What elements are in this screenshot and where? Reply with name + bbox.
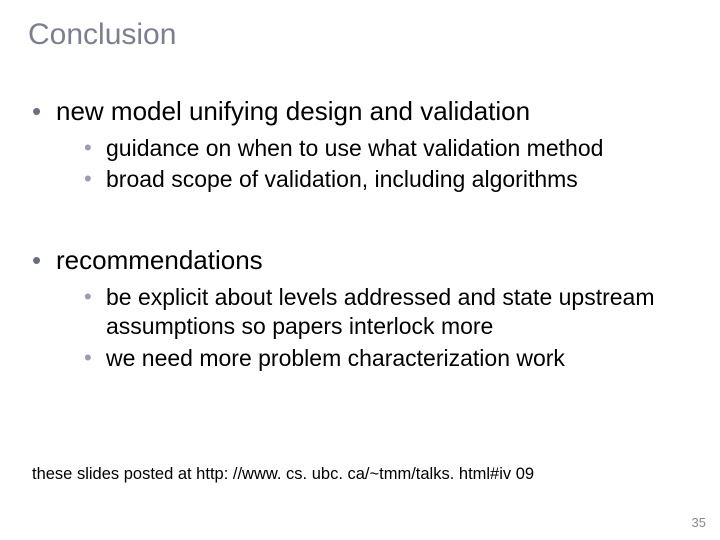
sub-bullet-item: be explicit about levels addressed and s… (82, 283, 692, 342)
sub-bullet-item: guidance on when to use what validation … (82, 134, 692, 163)
footnote: these slides posted at http: //www. cs. … (32, 465, 534, 484)
bullet-list: new model unifying design and validation… (28, 95, 692, 194)
page-number: 35 (692, 515, 706, 530)
sub-bullet-list: be explicit about levels addressed and s… (56, 283, 692, 373)
bullet-text: recommendations (56, 245, 263, 275)
sub-bullet-item: broad scope of validation, including alg… (82, 165, 692, 194)
spacer (28, 200, 692, 244)
sub-bullet-item: we need more problem characterization wo… (82, 344, 692, 373)
sub-bullet-list: guidance on when to use what validation … (56, 134, 692, 195)
slide-body: new model unifying design and validation… (28, 95, 692, 379)
bullet-text: new model unifying design and validation (56, 96, 530, 126)
bullet-item: new model unifying design and validation… (28, 95, 692, 194)
bullet-list: recommendations be explicit about levels… (28, 244, 692, 373)
bullet-item: recommendations be explicit about levels… (28, 244, 692, 373)
slide-title: Conclusion (28, 18, 176, 52)
slide: Conclusion new model unifying design and… (0, 0, 720, 540)
